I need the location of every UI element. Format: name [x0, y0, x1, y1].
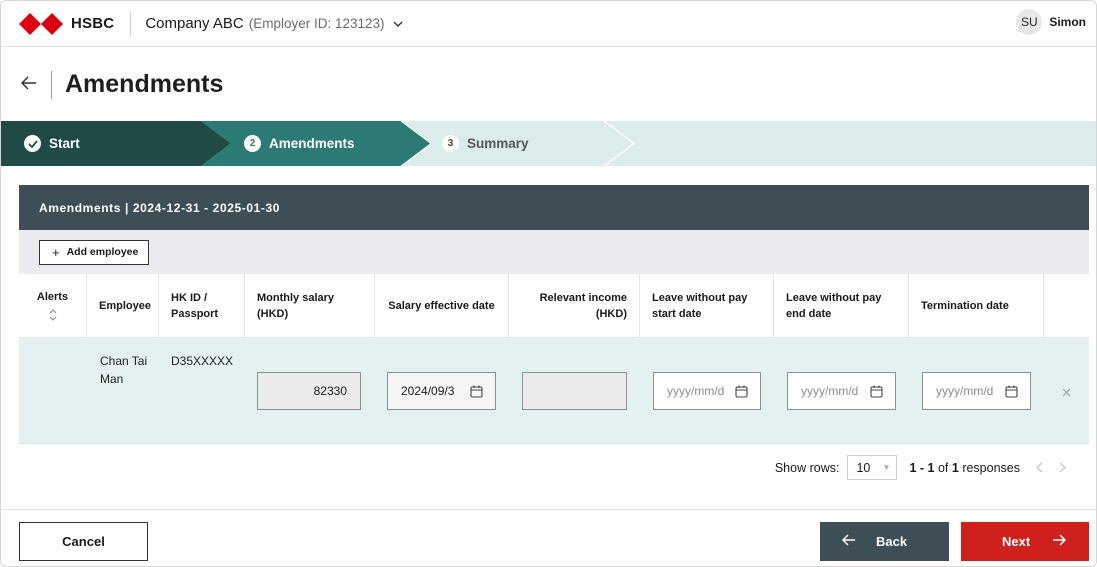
dropdown-arrow-icon: ▼ [882, 463, 891, 472]
column-termination-date: Termination date [909, 274, 1044, 338]
column-lwop-start: Leave without pay start date [640, 274, 774, 338]
arrow-left-icon [841, 533, 856, 550]
column-monthly-salary: Monthly salary (HKD) [245, 274, 375, 338]
pagination-suffix: responses [962, 460, 1020, 475]
add-employee-button[interactable]: + Add employee [39, 239, 150, 265]
column-salary-effective-date: Salary effective date [375, 274, 509, 338]
cancel-label: Cancel [62, 534, 105, 549]
pagination-info: 1 - 1 of 1 responses [909, 461, 1020, 475]
back-label: Back [876, 534, 908, 549]
top-bar: HSBC Company ABC (Employer ID: 123123) S… [1, 1, 1096, 47]
column-hkid: HK ID / Passport [159, 274, 245, 338]
salary-effective-date-input[interactable]: 2024/09/3 [387, 372, 496, 410]
title-divider [51, 70, 52, 99]
employee-name: Chan Tai Man [100, 354, 148, 386]
lwop-start-date-input[interactable]: yyyy/mm/d [653, 372, 761, 410]
column-employee: Employee [87, 274, 159, 338]
monthly-salary-input[interactable]: 82330 [257, 372, 361, 410]
column-label: Relevant income (HKD) [539, 292, 627, 320]
hsbc-logo[interactable]: HSBC [19, 12, 115, 35]
brand-name: HSBC [71, 15, 115, 32]
column-label: Termination date [921, 300, 1009, 312]
step-label: Start [49, 136, 80, 151]
employer-id: (Employer ID: 123123) [248, 16, 385, 31]
hkid-value: D35XXXXX [171, 354, 234, 368]
column-label: Monthly salary (HKD) [257, 292, 335, 320]
step-label: Summary [467, 136, 529, 151]
stepper-chevrons [1, 121, 636, 166]
termination-date-input[interactable]: yyyy/mm/d [922, 372, 1031, 410]
step-label: Amendments [269, 136, 355, 151]
footer-divider [1, 509, 1096, 510]
table-row: Chan Tai Man D35XXXXX 82330 2024/09/3 yy… [19, 338, 1089, 444]
progress-stepper: Start 2 Amendments 3 Summary [1, 121, 1096, 166]
lwop-end-date-input[interactable]: yyyy/mm/d [787, 372, 896, 410]
arrow-left-icon[interactable] [20, 73, 37, 96]
step-amendments[interactable]: 2 Amendments [244, 121, 355, 166]
column-lwop-end: Leave without pay end date [774, 274, 909, 338]
chevron-right-icon[interactable] [1059, 460, 1066, 476]
next-label: Next [1002, 534, 1031, 549]
arrow-right-icon [1052, 533, 1067, 550]
show-rows-label: Show rows: [774, 460, 840, 475]
relevant-income-input[interactable] [522, 372, 627, 410]
column-label: Salary effective date [388, 300, 495, 312]
table-toolbar: + Add employee [19, 230, 1089, 274]
step-summary[interactable]: 3 Summary [442, 121, 529, 166]
card-heading: Amendments | 2024-12-31 - 2025-01-30 [19, 185, 1089, 230]
chevron-left-icon[interactable] [1036, 460, 1043, 476]
next-button[interactable]: Next [961, 522, 1089, 561]
step-number: 2 [244, 135, 261, 152]
column-label: Employee [99, 300, 151, 312]
calendar-icon[interactable] [470, 385, 483, 401]
page-title: Amendments [65, 70, 224, 98]
calendar-icon[interactable] [1005, 385, 1018, 401]
close-icon[interactable] [1062, 384, 1071, 400]
column-label: Alerts [36, 291, 69, 303]
column-label: Leave without pay end date [786, 292, 882, 320]
pagination: Show rows: 10 ▼ 1 - 1 of 1 responses [1, 445, 1096, 490]
check-icon [24, 135, 41, 152]
date-placeholder: yyyy/mm/d [667, 384, 725, 398]
rows-per-page-value: 10 [856, 460, 871, 475]
step-start[interactable]: Start [24, 121, 80, 166]
user-name: Simon [1049, 15, 1086, 29]
sort-icon[interactable] [49, 309, 57, 322]
monthly-salary-value: 82330 [313, 384, 347, 398]
date-placeholder: yyyy/mm/d [801, 384, 859, 398]
column-label: Leave without pay start date [652, 292, 748, 320]
amendments-card: Amendments | 2024-12-31 - 2025-01-30 + A… [19, 185, 1089, 445]
back-button[interactable]: Back [820, 522, 949, 561]
avatar: SU [1016, 9, 1043, 35]
calendar-icon[interactable] [870, 385, 883, 401]
table-header: Alerts Employee HK ID / Passport Monthly… [19, 274, 1089, 338]
column-alerts[interactable]: Alerts [19, 274, 87, 338]
pagination-total: 1 [951, 460, 959, 475]
cancel-button[interactable]: Cancel [19, 522, 148, 561]
app-window: HSBC Company ABC (Employer ID: 123123) S… [0, 0, 1097, 567]
step-number: 3 [442, 135, 459, 152]
rows-per-page-select[interactable]: 10 ▼ [847, 455, 898, 480]
user-menu[interactable]: SU Simon [1016, 9, 1086, 35]
column-label: HK ID / Passport [171, 292, 219, 320]
pagination-of: of [937, 460, 949, 475]
calendar-icon[interactable] [735, 385, 748, 401]
plus-icon: + [52, 244, 60, 260]
chevron-down-icon [393, 18, 403, 30]
company-name: Company ABC [145, 15, 244, 32]
salary-effective-date-value: 2024/09/3 [401, 384, 455, 398]
date-placeholder: yyyy/mm/d [936, 384, 994, 398]
title-bar: Amendments [1, 48, 1096, 121]
header-divider [130, 11, 132, 36]
hsbc-hexagon-icon [19, 12, 63, 35]
column-relevant-income: Relevant income (HKD) [509, 274, 640, 338]
company-selector[interactable]: Company ABC (Employer ID: 123123) [145, 15, 403, 32]
add-employee-label: Add employee [66, 246, 139, 258]
pagination-range: 1 - 1 [909, 460, 935, 475]
